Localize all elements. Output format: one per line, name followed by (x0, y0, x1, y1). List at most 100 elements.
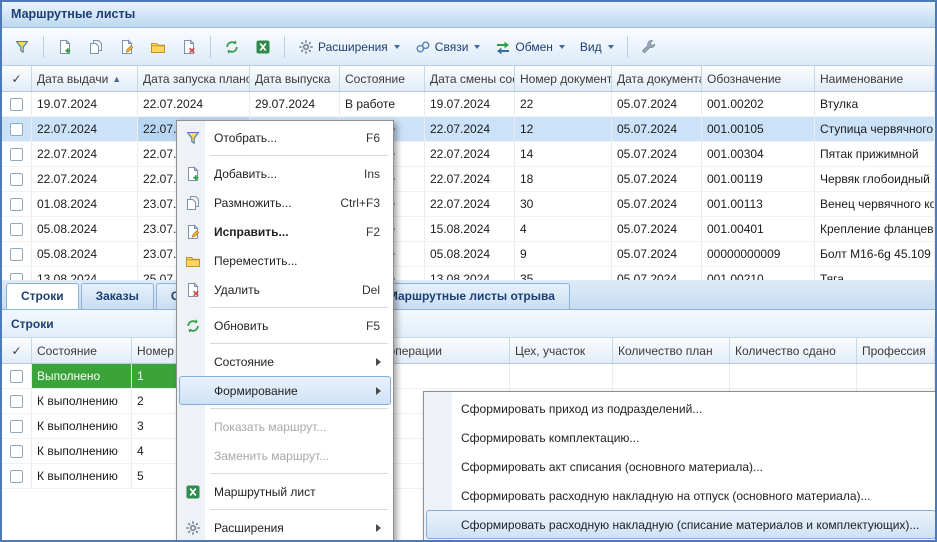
duplicate-button[interactable] (82, 34, 110, 60)
exchange-menu[interactable]: Обмен (489, 34, 571, 60)
toolbar-separator (284, 36, 285, 58)
row-check-cell (2, 267, 32, 280)
column-header[interactable]: Профессия (857, 338, 935, 363)
column-header[interactable]: Дата запуска плановая (138, 66, 250, 91)
menu-item[interactable]: Состояние (179, 347, 391, 376)
row-check-cell (2, 464, 32, 488)
column-header[interactable]: Количество план (613, 338, 730, 363)
tab-0[interactable]: Строки (6, 283, 79, 309)
add-button[interactable] (51, 34, 79, 60)
column-header[interactable]: Состояние (32, 338, 132, 363)
extensions-menu[interactable]: Расширения (292, 34, 406, 60)
column-header[interactable]: Номер (132, 338, 180, 363)
column-header-label: Цех, участок (515, 344, 585, 358)
cell: 22.07.2024 (32, 142, 138, 166)
column-header[interactable]: Обозначение (702, 66, 815, 91)
menu-item[interactable]: Формирование (179, 376, 391, 405)
filter-button[interactable] (8, 34, 36, 60)
route-sheet-row[interactable]: 19.07.202422.07.202429.07.2024В работе19… (2, 92, 935, 117)
column-header[interactable]: Количество сдано (730, 338, 857, 363)
row-checkbox[interactable] (10, 173, 23, 186)
select-all-header[interactable]: ✓ (2, 338, 32, 363)
row-checkbox[interactable] (10, 123, 23, 136)
doc-copy-icon (180, 195, 206, 211)
links-menu[interactable]: Связи (409, 34, 487, 60)
row-checkbox[interactable] (10, 248, 23, 261)
column-header-label: Номер (137, 344, 174, 358)
cell: 14 (515, 142, 612, 166)
column-header-label: Количество план (618, 344, 713, 358)
cell: К выполнению (32, 414, 132, 438)
toolbar-separator (627, 36, 628, 58)
row-checkbox[interactable] (10, 98, 23, 111)
edit-button[interactable] (113, 34, 141, 60)
menu-item-label: Состояние (206, 355, 376, 369)
row-check-cell (2, 217, 32, 241)
column-header[interactable]: Дата документа (612, 66, 702, 91)
menu-separator (210, 343, 388, 344)
gear-icon (298, 39, 314, 55)
rows-grid-header: ✓СостояниеНомерОперацияНаименование опер… (2, 338, 935, 364)
folder-icon (180, 253, 206, 269)
menu-item[interactable]: Переместить... (179, 246, 391, 275)
menu-item[interactable]: Сформировать расходную накладную (списан… (426, 510, 936, 539)
row-checkbox[interactable] (10, 470, 23, 483)
menu-item[interactable]: Сформировать комплектацию... (426, 423, 936, 452)
menu-item[interactable]: Сформировать приход из подразделений... (426, 394, 936, 423)
route-sheet-row[interactable]: 22.07.202422.07.2024В работе22.07.202412… (2, 117, 935, 142)
column-header[interactable]: Номер документа (515, 66, 612, 91)
column-header[interactable]: Дата выпуска (250, 66, 340, 91)
route-sheet-row[interactable]: 22.07.202422.07.2024В работе22.07.202414… (2, 142, 935, 167)
route-sheet-row[interactable]: 05.08.202423.07.2024В работе05.08.202490… (2, 242, 935, 267)
refresh-button[interactable] (218, 34, 246, 60)
route-sheet-row[interactable]: 22.07.202422.07.2024В работе22.07.202418… (2, 167, 935, 192)
route-sheet-row[interactable]: 13.08.202425.07.2024В работе13.08.202435… (2, 267, 935, 280)
filter-icon (14, 39, 30, 55)
menu-item-label: Отобрать... (206, 131, 354, 145)
select-all-header[interactable]: ✓ (2, 66, 32, 91)
row-checkbox[interactable] (10, 370, 23, 383)
column-header[interactable]: Цех, участок (510, 338, 613, 363)
menu-item[interactable]: Сформировать расходную накладную на отпу… (426, 481, 936, 510)
view-menu[interactable]: Вид (574, 34, 620, 60)
operation-row[interactable]: Выполнено1 (2, 364, 935, 389)
submenu-arrow-icon (376, 387, 381, 395)
column-header-label: Состояние (37, 344, 97, 358)
column-header[interactable]: Дата смены состояния (425, 66, 515, 91)
column-header-label: Дата документа (617, 72, 702, 86)
column-header[interactable]: Наименование (815, 66, 935, 91)
menu-item[interactable]: Отобрать...F6 (179, 123, 391, 152)
excel-button[interactable] (249, 34, 277, 60)
menu-item[interactable]: Показать маршрут... (179, 412, 391, 441)
column-header[interactable]: Дата выдачи▲ (32, 66, 138, 91)
menu-shortcut: Ctrl+F3 (328, 196, 390, 210)
route-sheet-row[interactable]: 05.08.202423.07.2024В работе15.08.202440… (2, 217, 935, 242)
menu-item[interactable]: Исправить...F2 (179, 217, 391, 246)
tab-3[interactable]: Маршрутные листы отрыва (373, 283, 570, 309)
tab-1[interactable]: Заказы (81, 283, 154, 309)
row-checkbox[interactable] (10, 420, 23, 433)
row-checkbox[interactable] (10, 445, 23, 458)
row-checkbox[interactable] (10, 198, 23, 211)
settings-button[interactable] (635, 34, 663, 60)
menu-item[interactable]: Расширения (179, 513, 391, 542)
cell: Червяк глобоидный (815, 167, 935, 191)
row-checkbox[interactable] (10, 395, 23, 408)
menu-item[interactable]: Сформировать акт списания (основного мат… (426, 452, 936, 481)
menu-item[interactable]: Заменить маршрут... (179, 441, 391, 470)
route-sheets-grid: ✓Дата выдачи▲Дата запуска плановаяДата в… (2, 66, 935, 280)
cell: 29.07.2024 (250, 92, 340, 116)
menu-item-label: Сформировать акт списания (основного мат… (453, 460, 935, 474)
menu-item[interactable]: ОбновитьF5 (179, 311, 391, 340)
route-sheet-row[interactable]: 01.08.202423.07.2024В работе22.07.202430… (2, 192, 935, 217)
menu-item[interactable]: УдалитьDel (179, 275, 391, 304)
row-checkbox[interactable] (10, 273, 23, 281)
column-header[interactable]: Состояние (340, 66, 425, 91)
row-checkbox[interactable] (10, 223, 23, 236)
row-checkbox[interactable] (10, 148, 23, 161)
menu-item[interactable]: Размножить...Ctrl+F3 (179, 188, 391, 217)
move-button[interactable] (144, 34, 172, 60)
menu-item[interactable]: Добавить...Ins (179, 159, 391, 188)
menu-item[interactable]: Маршрутный лист (179, 477, 391, 506)
delete-button[interactable] (175, 34, 203, 60)
